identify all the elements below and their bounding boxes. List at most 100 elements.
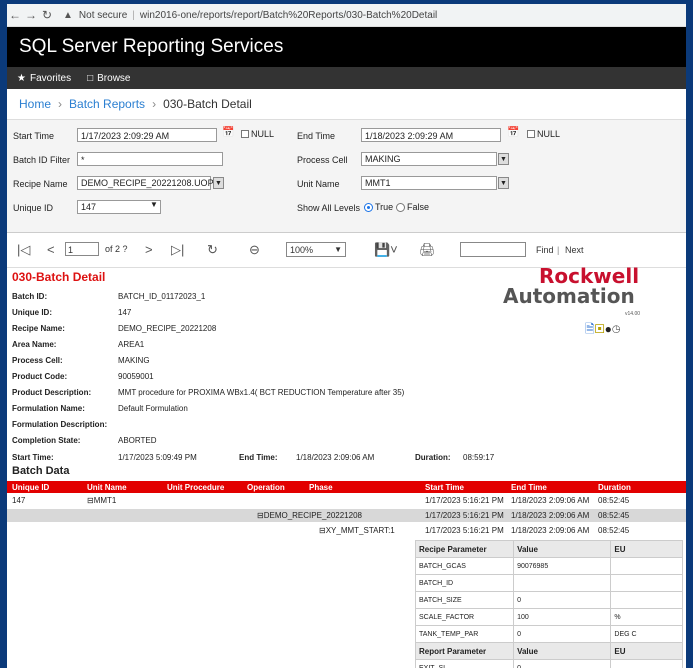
table-cell[interactable]: ⊟DEMO_RECIPE_20221208 [257,511,362,520]
table-row: ⊟XY_MMT_START:1 1/17/2023 5:16:21 PM 1/18/… [7,524,686,537]
parameter-cell: % [610,608,683,626]
table-cell: 147 [12,496,26,505]
security-status[interactable]: Not secure [79,10,127,21]
parameter-cell: BATCH_GCAS [414,557,515,575]
start-time-label: Start Time [13,131,55,141]
start-time-input[interactable]: 1/17/2023 2:09:29 AM [77,128,217,142]
previous-page-icon[interactable]: < [47,242,55,257]
field-value: 147 [118,308,132,317]
column-header[interactable]: Start Time [425,483,464,492]
chevron-down-icon[interactable]: ▼ [213,177,224,189]
parameter-cell: BATCH_ID [414,574,515,592]
parameter-cell: 90076985 [513,557,612,575]
forward-arrow-icon[interactable]: → [23,8,39,22]
chevron-down-icon[interactable]: ▼ [498,177,509,189]
back-icon[interactable]: ⊖ [249,242,260,258]
duration-field-value: 08:59:17 [463,453,495,462]
field-label: Process Cell: [12,356,63,365]
refresh-icon[interactable]: ↻ [207,242,218,258]
table-row: 147 ⊟MMT1 1/17/2023 5:16:21 PM 1/18/2023 2:… [7,494,686,507]
column-header[interactable]: Phase [309,483,333,492]
unique-id-label: Unique ID [13,203,54,213]
unique-id-select[interactable]: 147 [77,200,161,214]
browse-link[interactable]: □ Browse [87,73,130,84]
start-time-field-value: 1/17/2023 5:09:49 PM [118,453,197,462]
record-icon[interactable]: ● [605,322,612,336]
parameter-cell: Recipe Parameter [414,540,515,558]
column-header[interactable]: Unique ID [12,483,49,492]
url-text[interactable]: win2016-one/reports/report/Batch%20Repor… [140,10,437,21]
process-cell-select[interactable]: MAKING [361,152,497,166]
breadcrumb-folder[interactable]: Batch Reports [69,97,145,111]
print-icon[interactable]: 🖨 [419,242,436,258]
calendar-icon[interactable]: 📅 [222,127,234,138]
parameter-cell: 100 [513,608,612,626]
end-null-label: NULL [537,129,561,139]
chevron-down-icon[interactable]: ▼ [498,153,509,165]
table-row: ⊟DEMO_RECIPE_20221208 1/17/2023 5:16:21 P… [7,509,686,522]
parameter-cell [610,557,683,575]
batch-table-header: Unique ID Unit Name Unit Procedure Operatio… [7,481,686,493]
start-null-checkbox[interactable] [241,130,249,138]
report-action-icons: 🗎▣●◷ [585,320,621,341]
document-icon[interactable]: 🗎 [585,322,595,336]
logo-version: v14.00 [625,311,641,317]
reload-icon[interactable]: ↻ [39,8,55,22]
unit-name-label: Unit Name [297,179,340,189]
back-arrow-icon[interactable]: ← [7,8,23,22]
breadcrumb: Home › Batch Reports › 030-Batch Detail [7,89,686,120]
find-link[interactable]: Find [536,245,554,255]
app-title: SQL Server Reporting Services [7,27,686,67]
breadcrumb-home[interactable]: Home [19,97,51,111]
parameter-cell [610,591,683,609]
find-input[interactable] [460,242,526,257]
page-number-input[interactable]: 1 [65,242,99,256]
parameter-cell: 0 [513,659,612,668]
recipe-name-select[interactable]: DEMO_RECIPE_20221208.UOP [77,176,214,190]
parameter-row: EXIT_SI 0 [414,659,683,668]
chevron-right-icon: › [152,97,157,111]
recipe-name-label: Recipe Name [13,179,68,189]
end-time-label: End Time [297,131,336,141]
calendar-icon[interactable]: 📅 [507,127,519,138]
next-page-icon[interactable]: > [145,242,153,257]
last-page-icon[interactable]: ▷| [171,242,184,258]
end-time-input[interactable]: 1/18/2023 2:09:29 AM [361,128,501,142]
batch-data-heading: Batch Data [12,465,70,477]
field-value: BATCH_ID_01172023_1 [118,292,206,301]
next-link[interactable]: Next [565,245,584,255]
table-cell: 08:52:45 [598,496,630,505]
column-header[interactable]: End Time [511,483,547,492]
column-header[interactable]: Unit Procedure [167,483,224,492]
start-null-label: NULL [251,129,275,139]
export-icon[interactable]: ▣ [595,322,605,336]
column-header[interactable]: Duration [598,483,631,492]
true-radio[interactable] [364,203,373,212]
parameter-row: BATCH_ID [414,574,683,592]
parameter-cell: DEG C [610,625,683,643]
zoom-select[interactable]: 100% ▼ [286,242,346,257]
clock-icon[interactable]: ◷ [612,322,621,336]
field-value: MMT procedure for PROXIMA WBx1.4( BCT RE… [118,388,405,397]
parameter-cell: 0 [513,591,612,609]
unit-name-select[interactable]: MMT1 [361,176,497,190]
chevron-down-icon[interactable]: ▼ [150,200,158,209]
column-header[interactable]: Operation [247,483,285,492]
batch-id-input[interactable]: * [77,152,223,166]
parameter-cell: SCALE_FACTOR [414,608,515,626]
browse-label: Browse [97,72,131,84]
parameter-cell: 0 [513,625,612,643]
report-body: 030-Batch Detail Rockwell Automation v14… [7,264,686,668]
breadcrumb-current: 030-Batch Detail [163,97,252,111]
favorites-link[interactable]: ★ Favorites [17,73,71,84]
table-cell: 1/17/2023 5:16:21 PM [425,496,504,505]
table-cell[interactable]: ⊟XY_MMT_START:1 [319,526,395,535]
column-header[interactable]: Unit Name [87,483,127,492]
end-time-field-value: 1/18/2023 2:09:06 AM [296,453,375,462]
save-icon[interactable]: 💾˅ [374,242,398,258]
table-cell[interactable]: ⊟MMT1 [87,496,116,505]
first-page-icon[interactable]: |◁ [17,242,30,258]
false-radio[interactable] [396,203,405,212]
end-null-checkbox[interactable] [527,130,535,138]
warning-icon: ▲ [63,9,73,21]
